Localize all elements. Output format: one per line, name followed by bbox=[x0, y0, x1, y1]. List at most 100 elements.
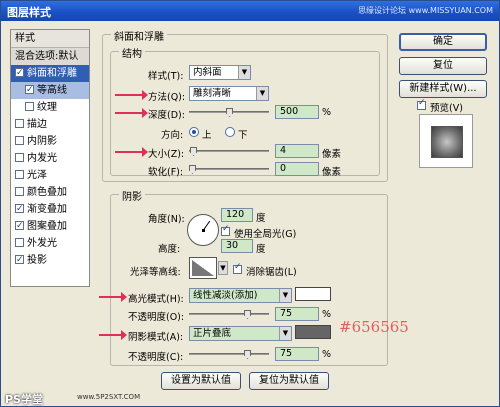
soften-unit: 像素 bbox=[322, 167, 342, 178]
style-item-label: 投影 bbox=[27, 255, 47, 266]
slider-track bbox=[189, 150, 269, 152]
set-default-button[interactable]: 设置为默认值 bbox=[161, 372, 241, 390]
slider-thumb[interactable] bbox=[244, 350, 251, 359]
checkbox-icon[interactable] bbox=[15, 187, 24, 196]
checkbox-icon[interactable] bbox=[15, 136, 24, 145]
size-input[interactable]: 4 bbox=[275, 144, 319, 158]
highlight-opacity-slider[interactable] bbox=[189, 310, 269, 319]
slider-track bbox=[189, 353, 269, 355]
style-item-stroke[interactable]: 描边 bbox=[11, 116, 89, 133]
slider-thumb[interactable] bbox=[244, 310, 251, 319]
direction-down-radio[interactable] bbox=[225, 127, 235, 137]
angle-input[interactable]: 120 bbox=[221, 208, 253, 222]
size-slider[interactable] bbox=[189, 147, 269, 156]
style-item-outer-glow[interactable]: 外发光 bbox=[11, 235, 89, 252]
angle-dial[interactable] bbox=[187, 214, 219, 246]
style-item-label: 内阴影 bbox=[27, 136, 57, 147]
styles-header[interactable]: 样式 bbox=[11, 30, 89, 48]
highlight-mode-value: 线性减淡(添加) bbox=[193, 290, 258, 301]
annotation-arrow-shadow bbox=[99, 330, 127, 340]
ok-button[interactable]: 确定 bbox=[399, 33, 487, 51]
style-value: 内斜面 bbox=[193, 67, 222, 78]
gloss-contour-picker[interactable] bbox=[189, 257, 217, 279]
new-style-button[interactable]: 新建样式(W)... bbox=[399, 80, 487, 98]
checkbox-icon[interactable] bbox=[15, 153, 24, 162]
highlight-mode-dropdown[interactable]: 线性减淡(添加) ▼ bbox=[189, 288, 292, 303]
style-item-contour[interactable]: 等高线 bbox=[11, 82, 89, 99]
reset-button[interactable]: 复位 bbox=[399, 57, 487, 75]
style-item-inner-glow[interactable]: 内发光 bbox=[11, 150, 89, 167]
style-item-color-overlay[interactable]: 颜色叠加 bbox=[11, 184, 89, 201]
window-title: 图层样式 bbox=[7, 6, 51, 19]
technique-label: 方法(Q): bbox=[148, 92, 186, 103]
reset-default-button[interactable]: 复位为默认值 bbox=[249, 372, 329, 390]
antialias-label: 消除锯齿(L) bbox=[246, 267, 297, 278]
slider-thumb[interactable] bbox=[190, 147, 197, 156]
contour-curve-icon bbox=[192, 260, 214, 276]
layer-style-dialog: 图层样式 思缘设计论坛 www.MISSYUAN.COM 样式 混合选项:默认 … bbox=[0, 0, 500, 407]
checkbox-icon[interactable] bbox=[15, 170, 24, 179]
highlight-opacity-input[interactable]: 75 bbox=[275, 307, 319, 321]
watermark-site: www.5P2SXT.COM bbox=[77, 393, 141, 401]
style-item-pattern-overlay[interactable]: 图案叠加 bbox=[11, 218, 89, 235]
shadow-color-note: #656565 bbox=[339, 318, 409, 336]
style-item-label: 外发光 bbox=[27, 238, 57, 249]
shadow-opacity-label: 不透明度(C): bbox=[128, 352, 184, 363]
highlight-mode-label: 高光模式(H): bbox=[128, 294, 184, 305]
slider-thumb[interactable] bbox=[189, 165, 196, 174]
shadow-opacity-unit: % bbox=[322, 349, 332, 360]
depth-slider[interactable] bbox=[189, 108, 269, 117]
preview-label: 预览(V) bbox=[430, 103, 463, 114]
chevron-down-icon[interactable]: ▼ bbox=[218, 261, 228, 275]
preview-checkbox[interactable] bbox=[417, 98, 426, 110]
altitude-unit: 度 bbox=[256, 244, 266, 255]
checkbox-icon[interactable] bbox=[25, 82, 34, 99]
soften-slider[interactable] bbox=[189, 165, 269, 174]
checkbox-icon[interactable] bbox=[15, 201, 24, 218]
bevel-group-title: 斜面和浮雕 bbox=[111, 28, 167, 43]
watermark-top: 思缘设计论坛 www.MISSYUAN.COM bbox=[358, 6, 493, 15]
chevron-down-icon: ▼ bbox=[238, 66, 250, 79]
global-light-checkbox[interactable] bbox=[221, 224, 230, 236]
checkbox-icon[interactable] bbox=[15, 119, 24, 128]
style-dropdown[interactable]: 内斜面 ▼ bbox=[189, 65, 251, 80]
watermark-ps: PS学堂 bbox=[5, 393, 43, 406]
style-item-label: 描边 bbox=[27, 119, 47, 130]
depth-input[interactable]: 500 bbox=[275, 105, 319, 119]
annotation-arrow-highlight bbox=[99, 292, 127, 302]
highlight-color-swatch[interactable] bbox=[295, 287, 331, 301]
chevron-down-icon: ▼ bbox=[256, 87, 268, 100]
shadow-mode-dropdown[interactable]: 正片叠底 ▼ bbox=[189, 326, 292, 341]
highlight-opacity-label: 不透明度(O): bbox=[128, 312, 185, 323]
size-label: 大小(Z): bbox=[148, 149, 185, 160]
style-item-bevel[interactable]: 斜面和浮雕 bbox=[11, 65, 89, 82]
checkbox-icon[interactable] bbox=[15, 238, 24, 247]
style-label: 样式(T): bbox=[148, 71, 184, 82]
style-item-texture[interactable]: 纹理 bbox=[11, 99, 89, 116]
altitude-label: 高度: bbox=[158, 244, 181, 255]
soften-input[interactable]: 0 bbox=[275, 162, 319, 176]
global-light-label: 使用全局光(G) bbox=[234, 229, 297, 240]
style-item-gradient-overlay[interactable]: 渐变叠加 bbox=[11, 201, 89, 218]
antialias-checkbox[interactable] bbox=[233, 262, 242, 274]
style-item-inner-shadow[interactable]: 内阴影 bbox=[11, 133, 89, 150]
checkbox-icon[interactable] bbox=[15, 65, 24, 82]
slider-track bbox=[189, 313, 269, 315]
shadow-opacity-input[interactable]: 75 bbox=[275, 347, 319, 361]
styles-list: 样式 混合选项:默认 斜面和浮雕 等高线 纹理 描边 内阴影 内发光 光泽 颜色… bbox=[10, 29, 90, 287]
direction-up-radio[interactable] bbox=[189, 127, 199, 137]
title-bar[interactable]: 图层样式 思缘设计论坛 www.MISSYUAN.COM bbox=[1, 1, 499, 21]
style-item-satin[interactable]: 光泽 bbox=[11, 167, 89, 184]
style-item-drop-shadow[interactable]: 投影 bbox=[11, 252, 89, 269]
shadow-color-swatch[interactable] bbox=[295, 325, 331, 339]
blend-options-item[interactable]: 混合选项:默认 bbox=[11, 48, 89, 65]
checkbox-icon[interactable] bbox=[25, 102, 34, 111]
checkbox-icon[interactable] bbox=[15, 218, 24, 235]
shadow-opacity-slider[interactable] bbox=[189, 350, 269, 359]
slider-thumb[interactable] bbox=[226, 108, 233, 117]
angle-label: 角度(N): bbox=[148, 214, 185, 225]
altitude-input[interactable]: 30 bbox=[221, 239, 253, 253]
technique-dropdown[interactable]: 雕刻清晰 ▼ bbox=[189, 86, 269, 101]
shadow-mode-value: 正片叠底 bbox=[193, 328, 232, 339]
checkbox-icon[interactable] bbox=[15, 252, 24, 269]
